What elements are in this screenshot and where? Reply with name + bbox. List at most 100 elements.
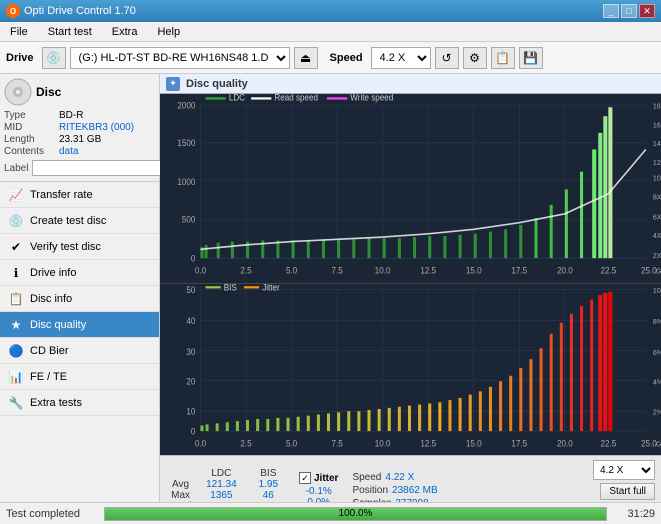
speed-label-sm: Speed <box>352 472 381 483</box>
app-icon: O <box>6 4 20 18</box>
svg-text:6%: 6% <box>653 347 661 356</box>
svg-text:5.0: 5.0 <box>286 438 298 448</box>
menu-extra[interactable]: Extra <box>106 25 144 39</box>
maximize-button[interactable]: □ <box>621 4 637 18</box>
svg-text:2%: 2% <box>653 407 661 416</box>
menu-file[interactable]: File <box>4 25 34 39</box>
length-value: 23.31 GB <box>59 134 101 145</box>
svg-text:2.5: 2.5 <box>240 438 252 448</box>
sidebar-item-disc-info[interactable]: 📋 Disc info <box>0 286 159 312</box>
speed-dropdown[interactable]: 4.2 X <box>593 460 655 480</box>
bottom-status-bar: Test completed 100.0% 31:29 <box>0 502 661 524</box>
svg-text:2000: 2000 <box>177 100 195 110</box>
speed-select[interactable]: 4.2 X <box>371 47 431 69</box>
svg-text:4%: 4% <box>653 377 661 386</box>
sidebar-item-cd-bier[interactable]: 🔵 CD Bier <box>0 338 159 364</box>
eject-button[interactable]: ⏏ <box>294 47 318 69</box>
disc-quality-icon: ★ <box>8 317 24 333</box>
svg-text:20.0: 20.0 <box>557 265 573 275</box>
svg-text:40: 40 <box>186 315 195 325</box>
ldc-avg: 121.34 <box>195 479 248 490</box>
svg-text:10: 10 <box>186 406 195 416</box>
minimize-button[interactable]: _ <box>603 4 619 18</box>
sidebar-item-disc-quality[interactable]: ★ Disc quality <box>0 312 159 338</box>
disc-info-icon: 📋 <box>8 291 24 307</box>
svg-text:LDC: LDC <box>229 94 245 103</box>
svg-text:7.5: 7.5 <box>331 438 343 448</box>
start-full-button[interactable]: Start full <box>600 483 655 500</box>
svg-text:17.5: 17.5 <box>511 265 527 275</box>
status-text: Test completed <box>6 508 96 520</box>
extra-tests-icon: 🔧 <box>8 395 24 411</box>
app-title: Opti Drive Control 1.70 <box>24 5 136 17</box>
svg-text:0: 0 <box>191 253 196 263</box>
settings-button[interactable]: ⚙ <box>463 47 487 69</box>
label-input[interactable] <box>32 160 170 176</box>
jitter-checkbox[interactable]: ✓ <box>299 472 311 484</box>
transfer-rate-label: Transfer rate <box>30 189 93 201</box>
svg-text:BIS: BIS <box>224 284 237 293</box>
jitter-label: Jitter <box>314 473 338 484</box>
type-label: Type <box>4 110 59 121</box>
verify-test-disc-icon: ✔ <box>8 239 24 255</box>
contents-value: data <box>59 146 78 157</box>
close-button[interactable]: ✕ <box>639 4 655 18</box>
bis-header: BIS <box>248 468 289 479</box>
label-label: Label <box>4 163 28 174</box>
avg-label: Avg <box>166 479 195 490</box>
svg-text:25.0: 25.0 <box>641 265 657 275</box>
mid-label: MID <box>4 122 59 133</box>
contents-label: Contents <box>4 146 59 157</box>
menu-start-test[interactable]: Start test <box>42 25 98 39</box>
drive-select[interactable]: (G:) HL-DT-ST BD-RE WH16NS48 1.D3 <box>70 47 290 69</box>
refresh-button[interactable]: ↺ <box>435 47 459 69</box>
type-value: BD-R <box>59 110 83 121</box>
disc-info-table: Type BD-R MID RITEKBR3 (000) Length 23.3… <box>4 110 155 177</box>
copy-button[interactable]: 📋 <box>491 47 515 69</box>
length-label: Length <box>4 134 59 145</box>
bis-avg: 1.95 <box>248 479 289 490</box>
svg-text:1500: 1500 <box>177 138 195 148</box>
bis-max: 46 <box>248 490 289 501</box>
svg-text:GB: GB <box>656 439 661 448</box>
svg-text:1000: 1000 <box>177 177 195 187</box>
create-test-disc-label: Create test disc <box>30 215 106 227</box>
sidebar-item-create-test-disc[interactable]: 💿 Create test disc <box>0 208 159 234</box>
ldc-header: LDC <box>195 468 248 479</box>
window-controls: _ □ ✕ <box>603 4 655 18</box>
svg-text:7.5: 7.5 <box>331 265 343 275</box>
disc-info-label: Disc info <box>30 293 72 305</box>
ldc-chart-svg: 2000 1500 1000 500 0 18X 16X 14X 12X 10X… <box>160 94 661 283</box>
sidebar-item-verify-test-disc[interactable]: ✔ Verify test disc <box>0 234 159 260</box>
drive-icon-button[interactable]: 💿 <box>42 47 66 69</box>
fe-te-label: FE / TE <box>30 371 67 383</box>
disc-image-icon <box>4 78 32 106</box>
svg-text:12.5: 12.5 <box>420 438 436 448</box>
menu-help[interactable]: Help <box>151 25 186 39</box>
disc-quality-label: Disc quality <box>30 319 86 331</box>
toolbar: Drive 💿 (G:) HL-DT-ST BD-RE WH16NS48 1.D… <box>0 42 661 74</box>
sidebar-item-drive-info[interactable]: ℹ Drive info <box>0 260 159 286</box>
svg-text:4X: 4X <box>653 231 661 240</box>
fe-te-icon: 📊 <box>8 369 24 385</box>
position-label: Position <box>352 485 388 496</box>
sidebar-item-fe-te[interactable]: 📊 FE / TE <box>0 364 159 390</box>
cd-bier-label: CD Bier <box>30 345 69 357</box>
svg-text:12X: 12X <box>653 158 661 167</box>
sidebar-item-transfer-rate[interactable]: 📈 Transfer rate <box>0 182 159 208</box>
svg-text:6X: 6X <box>653 212 661 221</box>
chart-bis: 50 40 30 20 10 0 10% 8% 6% 4% 2% 0.0 2.5… <box>160 284 661 455</box>
svg-text:14X: 14X <box>653 139 661 148</box>
drive-info-label: Drive info <box>30 267 76 279</box>
speed-value: 4.22 X <box>385 472 414 483</box>
svg-text:22.5: 22.5 <box>601 438 617 448</box>
svg-text:17.5: 17.5 <box>511 438 527 448</box>
svg-text:0: 0 <box>191 426 196 436</box>
svg-text:8%: 8% <box>653 316 661 325</box>
sidebar-item-extra-tests[interactable]: 🔧 Extra tests <box>0 390 159 416</box>
svg-text:16X: 16X <box>653 120 661 129</box>
svg-text:GB: GB <box>656 266 661 275</box>
disc-quality-title: Disc quality <box>186 78 248 90</box>
save-button[interactable]: 💾 <box>519 47 543 69</box>
jitter-avg: -0.1% <box>299 486 338 497</box>
